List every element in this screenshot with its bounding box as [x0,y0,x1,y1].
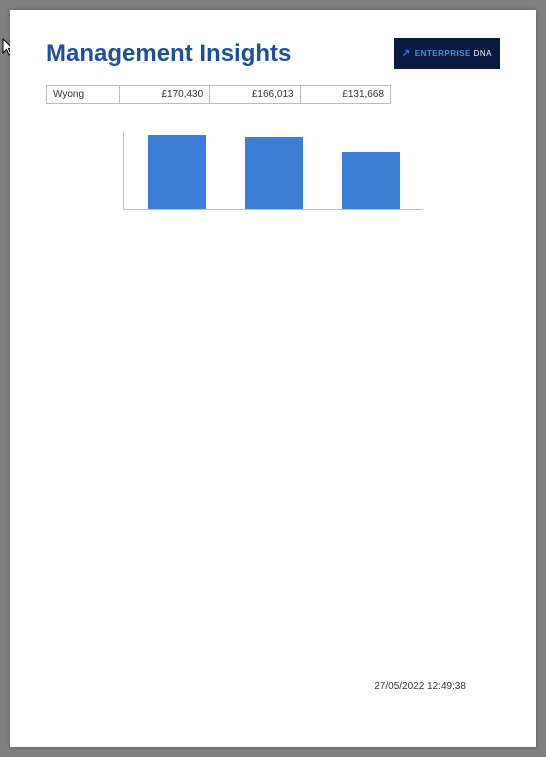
timestamp: 27/05/2022 12:49:38 [374,681,466,692]
page-title: Management Insights [46,40,291,68]
chart-bar-1 [148,135,206,209]
row-value-3: £131,668 [300,86,390,104]
row-label: Wyong [47,86,120,104]
chart-bar-2 [245,137,303,209]
logo-arrow-icon: ↗ [402,48,411,59]
bar-chart [123,132,423,210]
row-value-1: £170,430 [119,86,209,104]
row-value-2: £166,013 [210,86,300,104]
logo: ↗ ENTERPRISE DNA [394,38,500,69]
data-table: Wyong £170,430 £166,013 £131,668 [46,85,391,104]
logo-suffix: DNA [474,49,492,58]
report-page: Management Insights ↗ ENTERPRISE DNA Wyo… [10,10,536,747]
header: Management Insights ↗ ENTERPRISE DNA [46,38,500,69]
table-row: Wyong £170,430 £166,013 £131,668 [47,86,391,104]
logo-brand: ENTERPRISE [415,49,471,58]
chart-bar-3 [342,152,400,209]
